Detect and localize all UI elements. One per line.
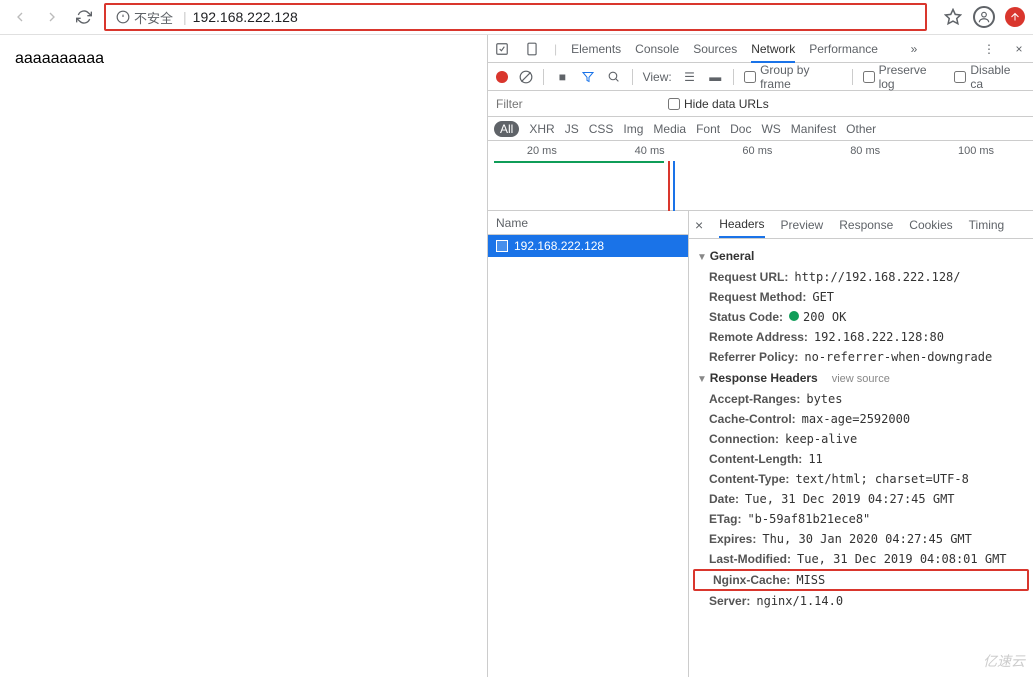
filter-icon[interactable]: [580, 69, 596, 85]
header-row: Referrer Policy:no-referrer-when-downgra…: [689, 347, 1033, 367]
camera-icon[interactable]: ■: [554, 69, 570, 85]
detail-tab-response[interactable]: Response: [839, 218, 893, 232]
more-tabs-icon[interactable]: »: [906, 41, 922, 57]
detail-tab-preview[interactable]: Preview: [781, 218, 824, 232]
header-row: Server:nginx/1.14.0: [689, 591, 1033, 611]
hide-data-urls-checkbox[interactable]: Hide data URLs: [668, 97, 769, 111]
type-filter-bar: All XHR JS CSS Img Media Font Doc WS Manifest Othe…: [488, 117, 1033, 141]
tab-console[interactable]: Console: [635, 42, 679, 56]
headers-body: GeneralRequest URL:http://192.168.222.12…: [689, 239, 1033, 677]
header-row: Last-Modified:Tue, 31 Dec 2019 04:08:01 …: [689, 549, 1033, 569]
header-row: Request URL:http://192.168.222.128/: [689, 267, 1033, 287]
type-filter-img[interactable]: Img: [623, 122, 643, 136]
detail-tabs: × Headers Preview Response Cookies Timing: [689, 211, 1033, 239]
header-row: Cache-Control:max-age=2592000: [689, 409, 1033, 429]
detail-close-icon[interactable]: ×: [695, 217, 703, 233]
devtools-tabs: | ElementsConsoleSourcesNetworkPerforman…: [488, 35, 1033, 63]
header-row: Nginx-Cache:MISS: [693, 569, 1029, 591]
detail-tab-timing[interactable]: Timing: [969, 218, 1005, 232]
device-icon[interactable]: [524, 41, 540, 57]
detail-tab-headers[interactable]: Headers: [719, 217, 764, 238]
filter-input[interactable]: [496, 97, 656, 111]
url-text: 192.168.222.128: [193, 9, 298, 25]
type-filter-manifest[interactable]: Manifest: [791, 122, 836, 136]
group-by-frame-checkbox[interactable]: Group by frame: [744, 63, 842, 91]
type-filter-all[interactable]: All: [494, 121, 519, 137]
address-bar[interactable]: 不安全 | 192.168.222.128: [104, 3, 927, 31]
type-filter-css[interactable]: CSS: [589, 122, 614, 136]
header-row: Status Code:200 OK: [689, 307, 1033, 327]
header-row: Remote Address:192.168.222.128:80: [689, 327, 1033, 347]
request-list: Name 192.168.222.128: [488, 211, 689, 677]
detail-tab-cookies[interactable]: Cookies: [909, 218, 952, 232]
type-filter-other[interactable]: Other: [846, 122, 876, 136]
document-icon: [496, 240, 508, 252]
request-row[interactable]: 192.168.222.128: [488, 235, 688, 257]
request-detail: × Headers Preview Response Cookies Timing Ge…: [689, 211, 1033, 677]
inspect-icon[interactable]: [494, 41, 510, 57]
devtools-close-icon[interactable]: ×: [1011, 41, 1027, 57]
devtools-menu-icon[interactable]: ⋮: [981, 41, 997, 57]
forward-button[interactable]: [40, 5, 64, 29]
extension-icon[interactable]: [1005, 7, 1025, 27]
type-filter-xhr[interactable]: XHR: [529, 122, 554, 136]
search-icon[interactable]: [606, 69, 622, 85]
tab-performance[interactable]: Performance: [809, 42, 878, 56]
section-response-headers[interactable]: Response Headersview source: [689, 367, 1033, 389]
back-button[interactable]: [8, 5, 32, 29]
header-row: Content-Type:text/html; charset=UTF-8: [689, 469, 1033, 489]
type-filter-js[interactable]: JS: [565, 122, 579, 136]
overview-icon[interactable]: ▬: [707, 69, 723, 85]
type-filter-doc[interactable]: Doc: [730, 122, 751, 136]
profile-icon[interactable]: [973, 6, 995, 28]
waterfall-overview[interactable]: 20 ms40 ms60 ms80 ms100 ms: [488, 141, 1033, 211]
bookmark-icon[interactable]: [943, 7, 963, 27]
header-row: ETag:"b-59af81b21ece8": [689, 509, 1033, 529]
filter-bar: Hide data URLs: [488, 91, 1033, 117]
type-filter-ws[interactable]: WS: [761, 122, 780, 136]
header-row: Connection:keep-alive: [689, 429, 1033, 449]
section-general[interactable]: General: [689, 245, 1033, 267]
header-row: Expires:Thu, 30 Jan 2020 04:27:45 GMT: [689, 529, 1033, 549]
large-rows-icon[interactable]: ☰: [682, 69, 698, 85]
clear-icon[interactable]: [518, 69, 534, 85]
record-button[interactable]: [496, 71, 508, 83]
network-toolbar: ■ View: ☰ ▬ Group by frame Preserve log …: [488, 63, 1033, 91]
header-row: Accept-Ranges:bytes: [689, 389, 1033, 409]
page-content: aaaaaaaaaa: [0, 35, 488, 677]
header-row: Request Method:GET: [689, 287, 1033, 307]
request-list-header[interactable]: Name: [488, 211, 688, 235]
tab-elements[interactable]: Elements: [571, 42, 621, 56]
disable-cache-checkbox[interactable]: Disable ca: [954, 63, 1025, 91]
header-row: Content-Length:11: [689, 449, 1033, 469]
type-filter-media[interactable]: Media: [653, 122, 686, 136]
browser-toolbar: 不安全 | 192.168.222.128: [0, 0, 1033, 35]
tab-network[interactable]: Network: [751, 42, 795, 63]
type-filter-font[interactable]: Font: [696, 122, 720, 136]
reload-button[interactable]: [72, 5, 96, 29]
header-row: Date:Tue, 31 Dec 2019 04:27:45 GMT: [689, 489, 1033, 509]
tab-sources[interactable]: Sources: [693, 42, 737, 56]
preserve-log-checkbox[interactable]: Preserve log: [863, 63, 945, 91]
security-indicator: 不安全: [116, 8, 173, 27]
devtools-panel: | ElementsConsoleSourcesNetworkPerforman…: [488, 35, 1033, 677]
